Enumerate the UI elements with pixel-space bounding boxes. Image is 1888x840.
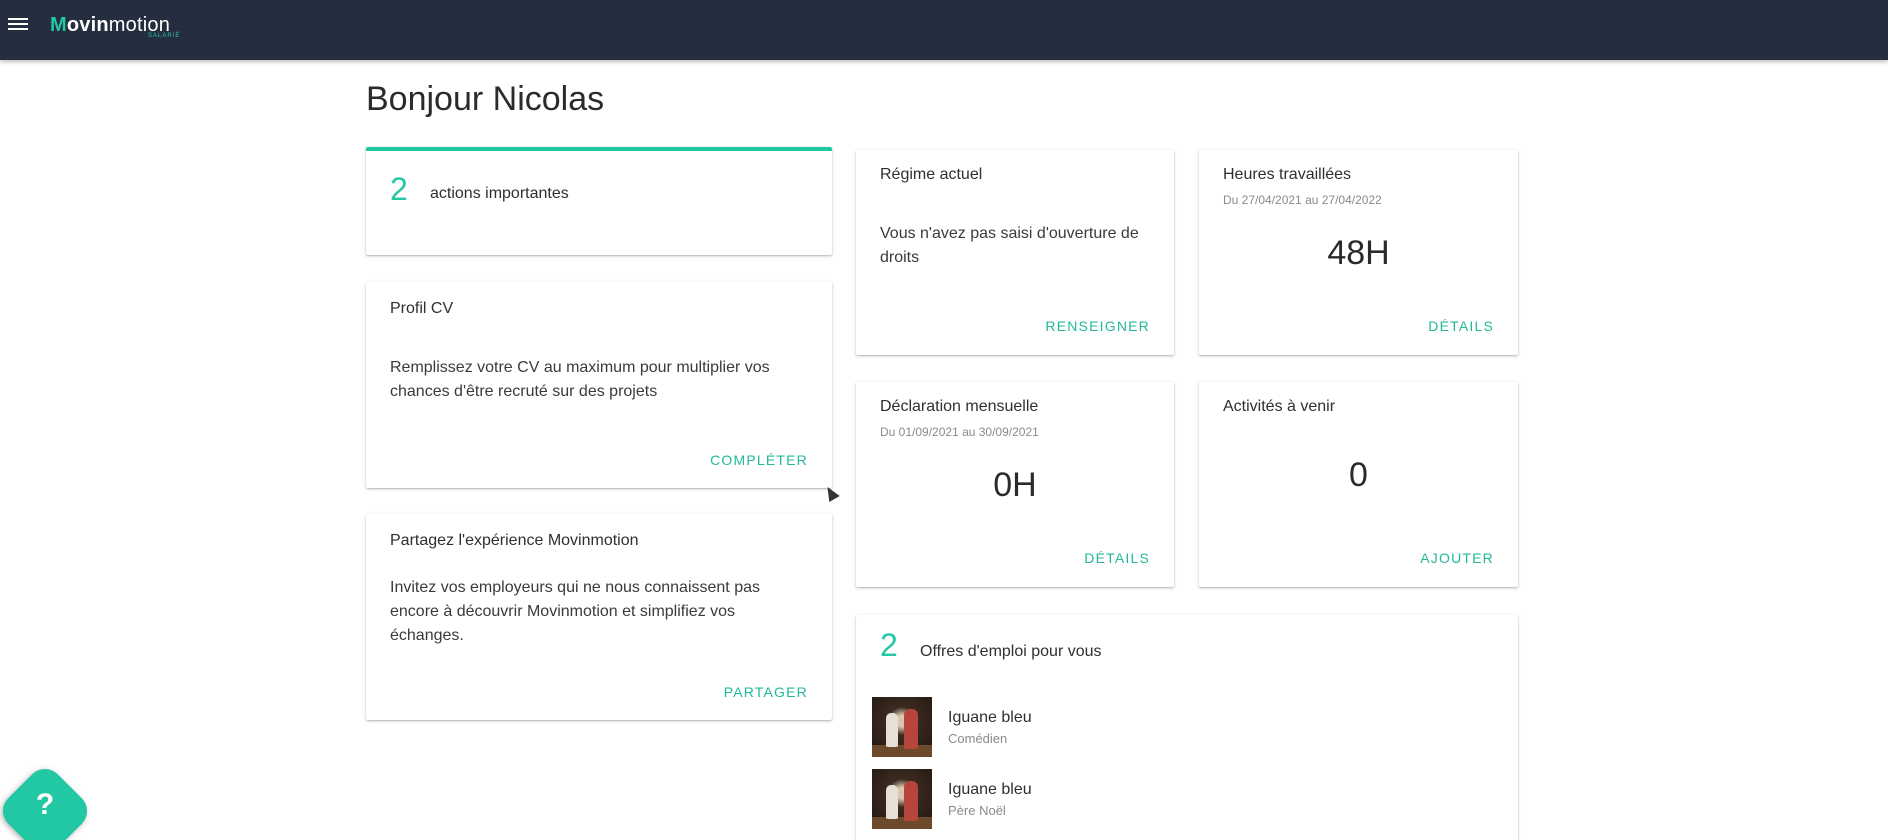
heures-period: Du 27/04/2021 au 27/04/2022: [1223, 193, 1382, 207]
declaration-value: 0H: [993, 466, 1037, 504]
job-thumbnail: [872, 769, 932, 829]
actions-count: 2: [390, 171, 408, 207]
declaration-details-button[interactable]: DÉTAILS: [1084, 550, 1150, 566]
profil-cv-text: Remplissez votre CV au maximum pour mult…: [390, 359, 770, 400]
hamburger-menu-icon[interactable]: [8, 14, 28, 34]
regime-title: Régime actuel: [880, 166, 983, 183]
job-title: Iguane bleu: [948, 708, 1032, 726]
page-title: Bonjour Nicolas: [366, 80, 605, 118]
activites-title: Activités à venir: [1223, 398, 1336, 415]
profil-cv-title: Profil CV: [390, 300, 454, 317]
profil-cv-card: Profil CV Remplissez votre CV au maximum…: [366, 282, 832, 488]
heures-value: 48H: [1327, 234, 1390, 272]
partage-text: Invitez vos employeurs qui ne nous conna…: [390, 579, 760, 644]
job-role: Père Noël: [948, 802, 1006, 818]
job-title: Iguane bleu: [948, 780, 1032, 798]
job-role: Comédien: [948, 730, 1008, 746]
heures-details-button[interactable]: DÉTAILS: [1428, 318, 1494, 334]
regime-text: Vous n'avez pas saisi d'ouverture de dro…: [880, 225, 1139, 266]
heures-title: Heures travaillées: [1223, 166, 1352, 183]
declaration-period: Du 01/09/2021 au 30/09/2021: [880, 425, 1039, 439]
ajouter-button[interactable]: AJOUTER: [1420, 550, 1494, 566]
heures-card: Heures travaillées Du 27/04/2021 au 27/0…: [1199, 150, 1518, 355]
offres-label: Offres d'emploi pour vous: [920, 643, 1102, 660]
actions-importantes-card[interactable]: 2 actions importantes: [366, 147, 832, 255]
renseigner-button[interactable]: RENSEIGNER: [1045, 318, 1150, 334]
offres-count: 2: [880, 627, 898, 663]
activites-card: Activités à venir 0 AJOUTER: [1199, 382, 1518, 587]
movinmotion-logo[interactable]: Movinmotion SALARIÉ: [50, 14, 179, 39]
offres-card: 2 Offres d'emploi pour vous Iguane bleu …: [856, 615, 1518, 840]
partage-card: Partagez l'expérience Movinmotion Invite…: [366, 514, 832, 720]
regime-card: Régime actuel Vous n'avez pas saisi d'ou…: [856, 150, 1174, 355]
job-offer-item[interactable]: Iguane bleu Comédien: [872, 697, 1032, 757]
job-offer-item[interactable]: Iguane bleu Père Noël: [872, 769, 1032, 829]
actions-label: actions importantes: [430, 185, 569, 202]
top-app-bar: Movinmotion SALARIÉ: [0, 0, 1888, 60]
job-thumbnail: [872, 697, 932, 757]
declaration-title: Déclaration mensuelle: [880, 398, 1039, 415]
completer-button[interactable]: COMPLÉTER: [710, 452, 808, 468]
activites-value: 0: [1349, 456, 1368, 494]
partager-button[interactable]: PARTAGER: [724, 684, 808, 700]
partage-title: Partagez l'expérience Movinmotion: [390, 532, 639, 549]
declaration-card: Déclaration mensuelle Du 01/09/2021 au 3…: [856, 382, 1174, 587]
help-question-icon[interactable]: ?: [10, 788, 80, 822]
